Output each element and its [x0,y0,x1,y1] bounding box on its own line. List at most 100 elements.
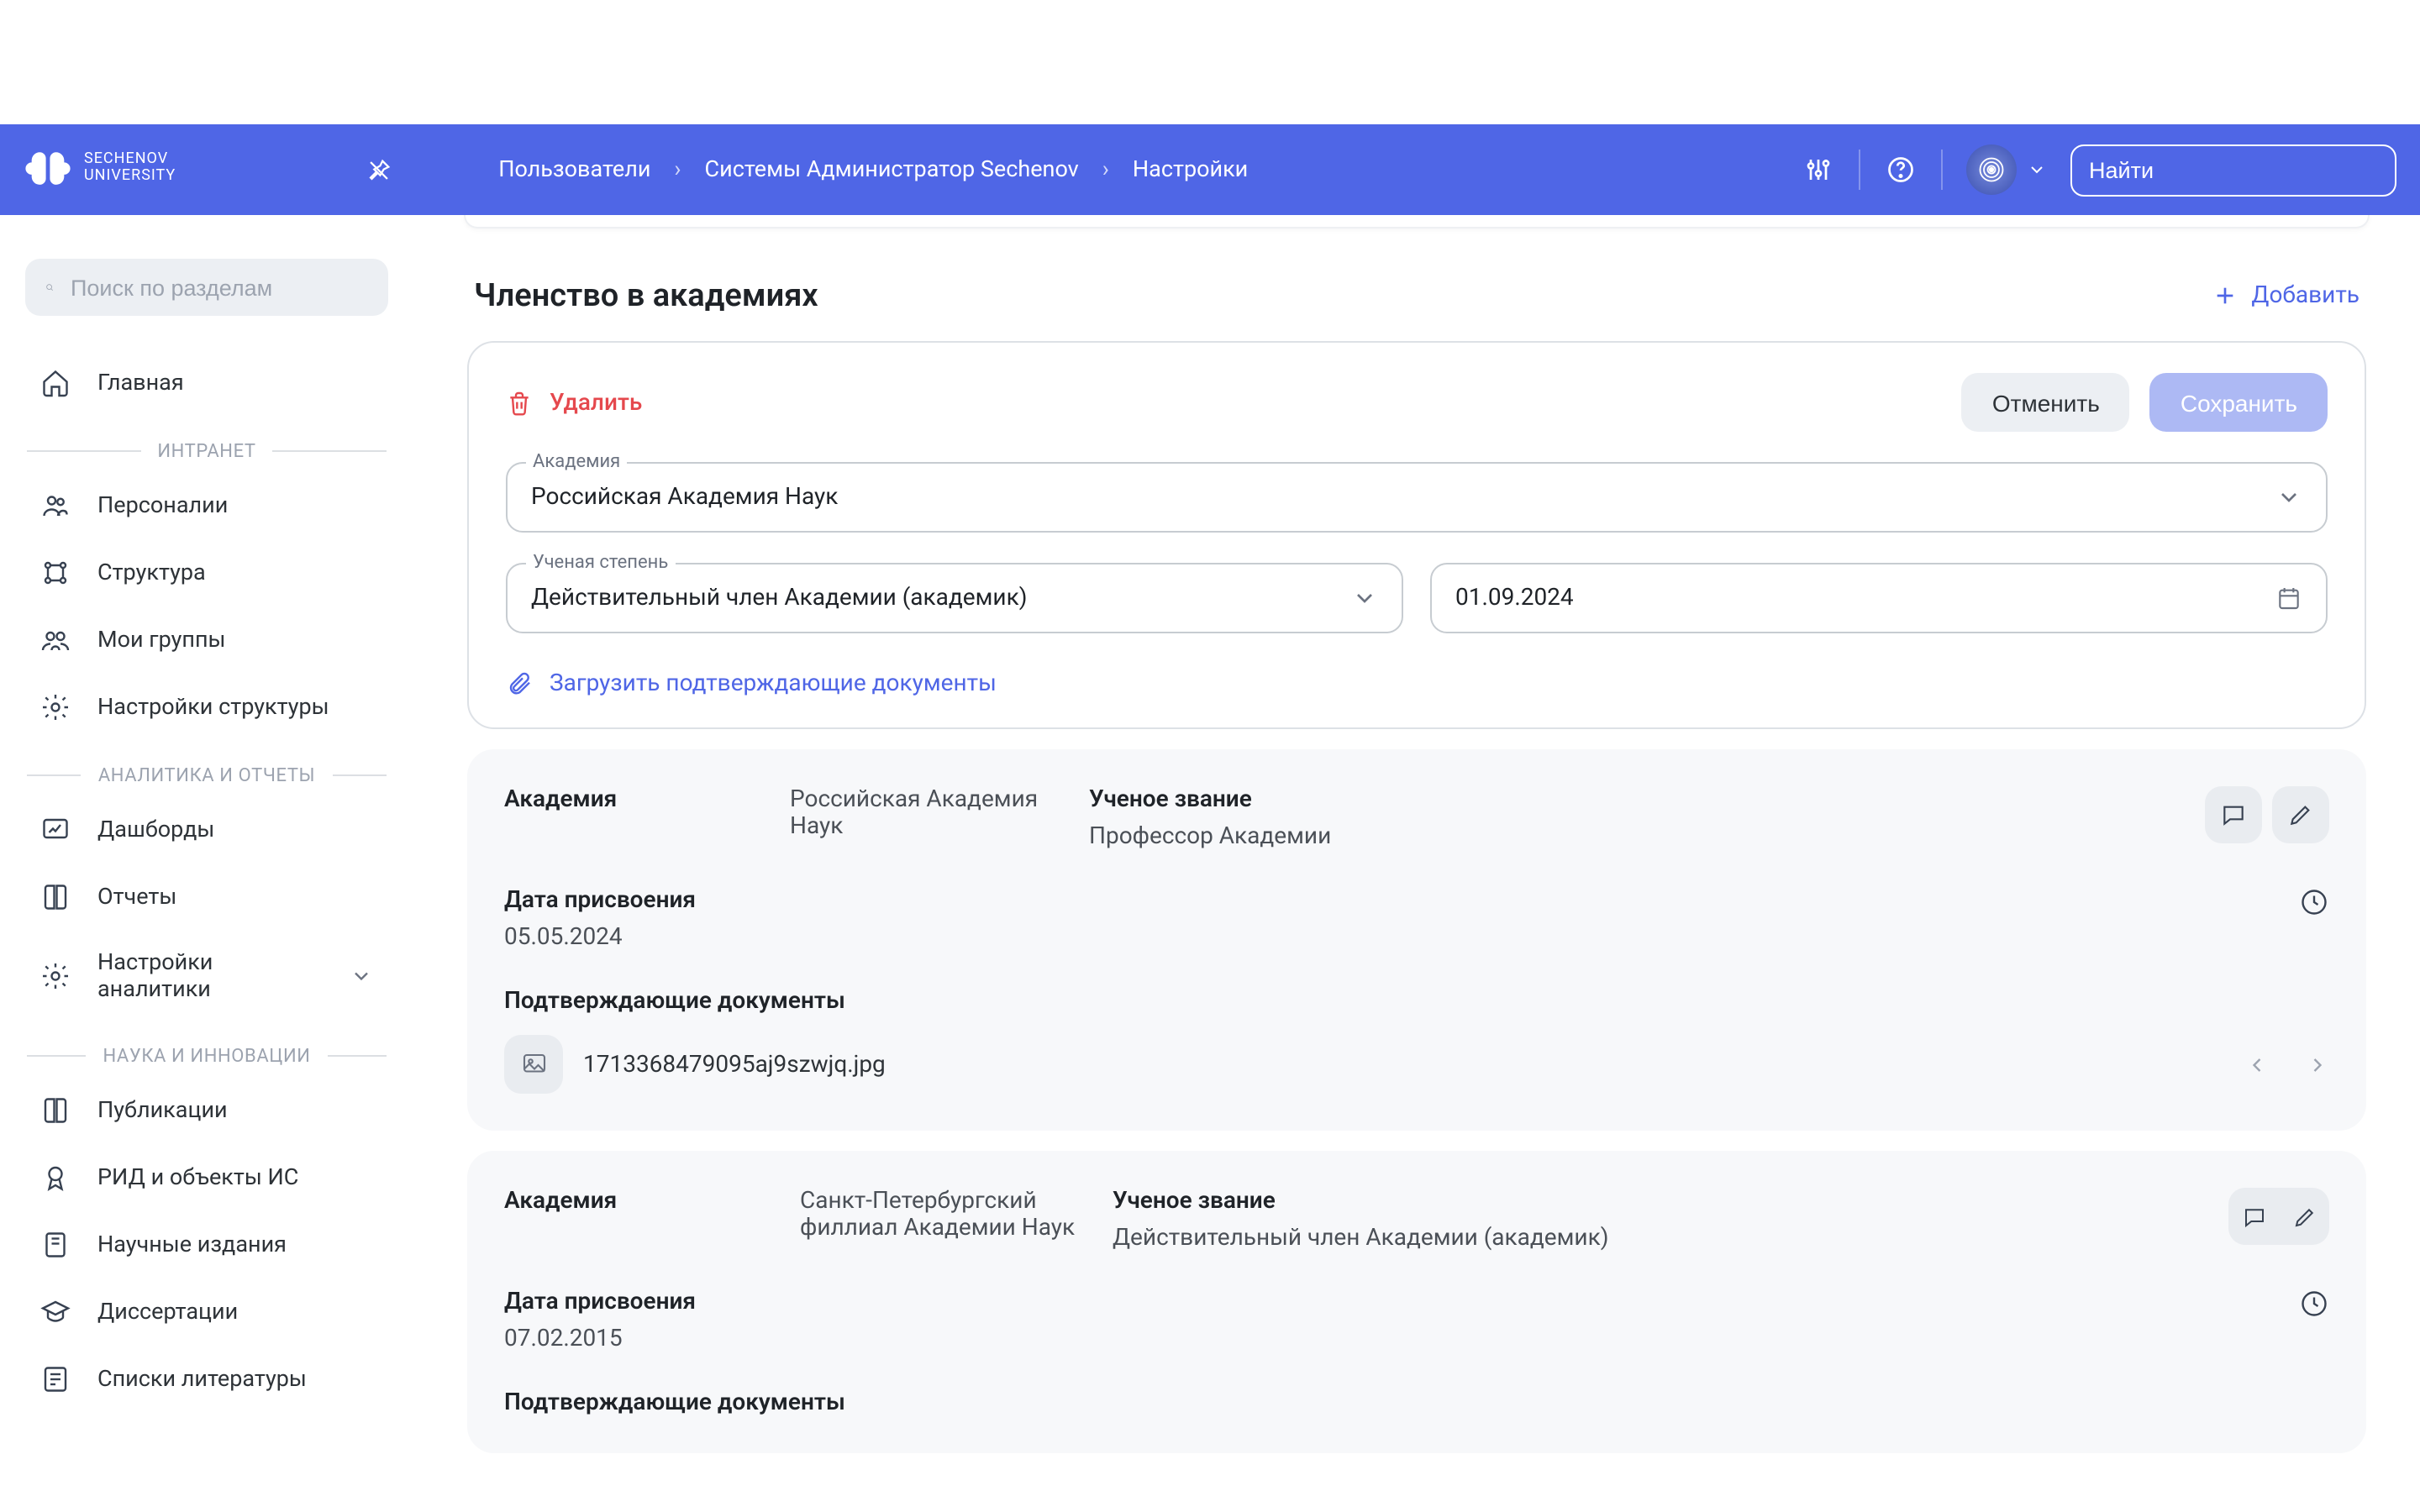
field-label: Дата присвоения [504,887,696,914]
comment-button[interactable] [2228,1188,2279,1245]
plus-icon [2211,281,2238,308]
sidebar-item-personnel[interactable]: Персоналии [17,472,397,539]
main-content: Членство в академиях Добавить Удалить От… [413,215,2420,1512]
sidebar-search[interactable] [25,259,388,316]
chevron-right-icon: › [674,156,681,183]
sidebar-item-label: РИД и объекты ИС [97,1164,298,1191]
academy-select[interactable]: Академия Российская Академия Наук [506,462,2328,533]
sidebar-section-header: ИНТРАНЕТ [27,440,387,462]
field-label: Подтверждающие документы [504,988,2329,1015]
sidebar-item-dissertations[interactable]: Диссертации [17,1278,397,1346]
help-icon[interactable] [1884,153,1918,186]
sidebar-item-label: Диссертации [97,1299,238,1326]
chevron-down-icon [1351,585,1378,612]
book-icon [40,882,71,912]
header-search[interactable] [2070,144,2396,196]
sidebar-item-label: Публикации [97,1097,228,1124]
search-icon [45,274,54,301]
edit-button[interactable] [2272,786,2329,843]
header-search-input[interactable] [2089,157,2386,182]
settings-sliders-icon[interactable] [1802,153,1835,186]
add-button[interactable]: Добавить [2211,281,2360,308]
history-button[interactable] [2299,1289,2329,1319]
calendar-icon [2275,585,2302,612]
sidebar-item-publications[interactable]: Публикации [17,1077,397,1144]
sidebar-item-journals[interactable]: Научные издания [17,1211,397,1278]
award-icon [40,1163,71,1193]
sidebar-item-rid[interactable]: РИД и объекты ИС [17,1144,397,1211]
date-input[interactable]: 01.09.2024 [1430,563,2328,633]
sidebar: Главная ИНТРАНЕТ Персоналии Структура Мо… [0,215,413,1512]
field-value: 01.09.2024 [1455,585,1574,612]
file-thumbnail[interactable] [504,1035,563,1094]
chevron-down-icon [2027,160,2047,180]
sidebar-item-label: Дашборды [97,816,214,843]
field-label: Академия [526,450,627,472]
breadcrumb-current: Настройки [1133,156,1248,183]
comment-button[interactable] [2205,786,2262,843]
degree-select[interactable]: Ученая степень Действительный член Акаде… [506,563,1403,633]
membership-record-card: Академия Российская Академия Наук Ученое… [467,749,2366,1131]
prev-doc-button[interactable] [2245,1053,2269,1076]
cancel-button[interactable]: Отменить [1962,373,2130,432]
field-value: Профессор Академии [1089,823,2205,850]
sidebar-item-bibliography[interactable]: Списки литературы [17,1346,397,1413]
sidebar-item-analytics-settings[interactable]: Настройки аналитики [17,931,397,1021]
book-icon [40,1095,71,1126]
sidebar-section-header: НАУКА И ИННОВАЦИИ [27,1045,387,1067]
paperclip-icon [506,670,533,697]
field-label: Академия [504,1188,800,1215]
browser-chrome-blank [0,0,2420,124]
section-title: Членство в академиях [474,276,818,314]
field-value: Действительный член Академии (академик) [531,585,1027,612]
home-icon [40,368,71,398]
membership-record-card: Академия Санкт-Петербургский филлиал Ака… [467,1151,2366,1453]
pin-icon[interactable] [360,151,397,188]
trash-icon [506,389,533,416]
brand-text: SECHENOVUNIVERSITY [84,153,176,186]
history-button[interactable] [2299,887,2329,917]
gear-icon [40,692,71,722]
sidebar-item-reports[interactable]: Отчеты [17,864,397,931]
avatar [1966,144,2017,195]
upload-docs-link[interactable]: Загрузить подтверждающие документы [506,670,2328,697]
field-label: Ученая степень [526,551,675,573]
sidebar-item-label: Настройки аналитики [97,949,323,1003]
sidebar-item-structure[interactable]: Структура [17,539,397,606]
field-value: 07.02.2015 [504,1326,696,1352]
dashboard-icon [40,815,71,845]
groups-icon [40,625,71,655]
user-menu[interactable] [1966,144,2047,195]
sidebar-item-structure-settings[interactable]: Настройки структуры [17,674,397,741]
field-label: Академия [504,786,790,813]
brand-logo[interactable]: SECHENOVUNIVERSITY [24,145,176,194]
save-button[interactable]: Сохранить [2150,373,2328,432]
list-icon [40,1364,71,1394]
structure-icon [40,558,71,588]
delete-button[interactable]: Удалить [506,389,642,416]
brain-icon [24,145,72,194]
breadcrumb-link[interactable]: Системы Администратор Sechenov [705,156,1079,183]
sidebar-item-label: Главная [97,370,184,396]
users-icon [40,491,71,521]
sidebar-item-label: Структура [97,559,206,586]
sidebar-section-header: АНАЛИТИКА И ОТЧЕТЫ [27,764,387,786]
sidebar-item-home[interactable]: Главная [17,349,397,417]
previous-card-edge [464,215,2370,228]
gear-icon [40,961,71,991]
sidebar-item-dashboards[interactable]: Дашборды [17,796,397,864]
field-label: Ученое звание [1089,786,2205,813]
breadcrumb-link[interactable]: Пользователи [498,156,650,183]
chevron-down-icon [2275,484,2302,511]
top-header: SECHENOVUNIVERSITY Пользователи › Систем… [0,124,2420,215]
next-doc-button[interactable] [2306,1053,2329,1076]
sidebar-item-label: Отчеты [97,884,176,911]
membership-edit-card: Удалить Отменить Сохранить Академия Росс… [467,341,2366,729]
file-name[interactable]: 1713368479095aj9szwjq.jpg [583,1051,886,1078]
field-label: Ученое звание [1113,1188,2228,1215]
field-label: Дата присвоения [504,1289,696,1315]
sidebar-search-input[interactable] [71,275,368,300]
edit-button[interactable] [2279,1188,2329,1245]
sidebar-item-label: Списки литературы [97,1366,307,1393]
sidebar-item-my-groups[interactable]: Мои группы [17,606,397,674]
